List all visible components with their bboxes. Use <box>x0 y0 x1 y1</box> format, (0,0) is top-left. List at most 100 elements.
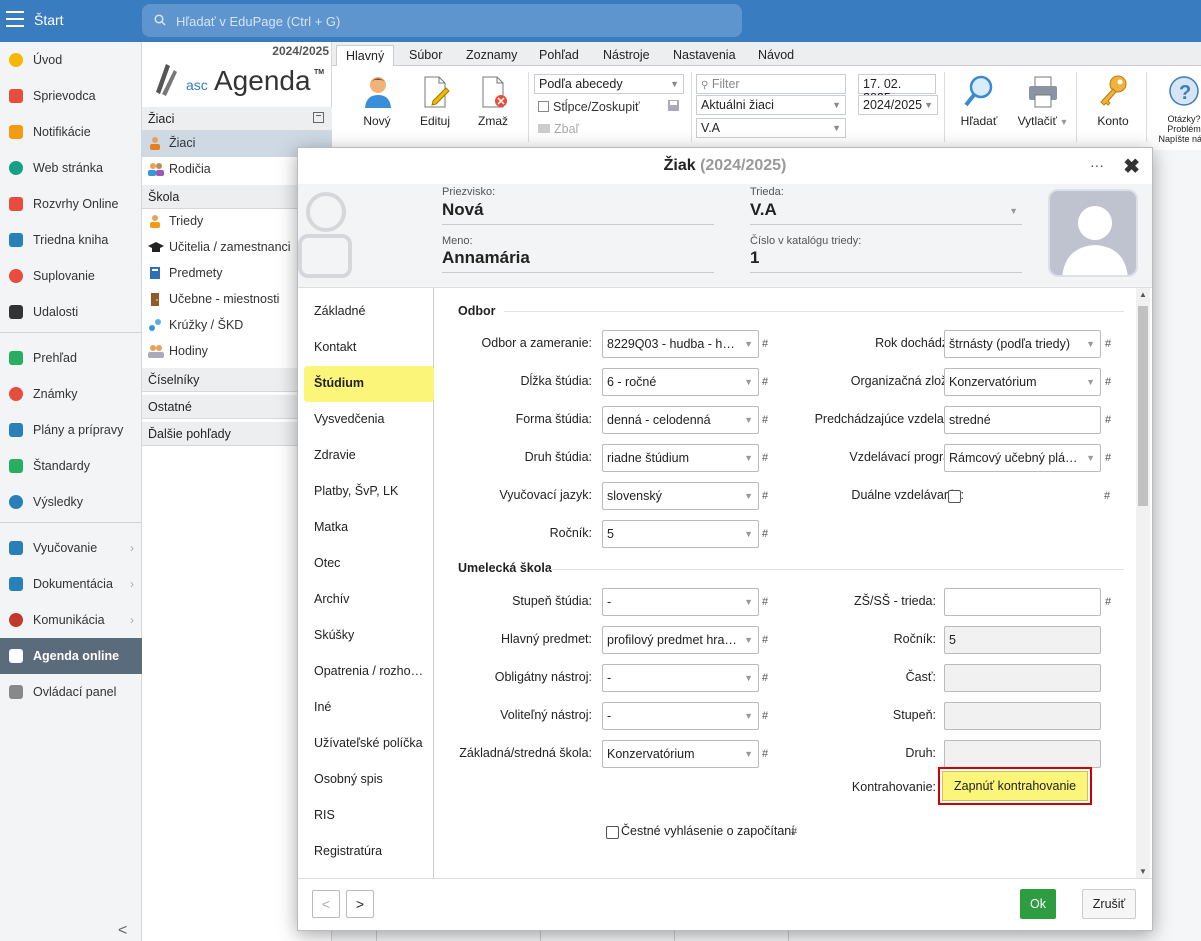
class-value[interactable]: V.A ▼ <box>750 200 1022 225</box>
field-input[interactable] <box>944 702 1101 730</box>
nav-item-4[interactable]: Rozvrhy Online <box>0 186 142 222</box>
hash-icon[interactable]: # <box>762 338 768 350</box>
enable-contracting-button[interactable]: Zapnúť kontrahovanie <box>942 771 1089 801</box>
honor-declaration-checkbox[interactable] <box>606 826 619 839</box>
print-button[interactable]: Vytlačiť ▼ <box>1015 74 1071 128</box>
nav-item-16[interactable]: Agenda online <box>0 638 142 674</box>
hash-icon[interactable]: # <box>1104 490 1110 502</box>
dialog-tab-3[interactable]: Vysvedčenia <box>298 402 434 438</box>
nav-item-9[interactable]: Známky <box>0 376 142 412</box>
contract-button-wrapper[interactable]: Zapnúť kontrahovanie <box>938 767 1093 805</box>
dialog-tab-15[interactable]: Registratúra <box>298 834 434 870</box>
hamburger-menu-icon[interactable] <box>6 11 24 29</box>
previous-button[interactable]: < <box>312 890 340 918</box>
field-input[interactable]: štrnásty (podľa triedy) ▼ <box>944 330 1101 358</box>
class-filter-select[interactable]: V.A ▼ <box>696 118 846 138</box>
search-button[interactable]: Hľadať <box>960 74 998 128</box>
start-label[interactable]: Štart <box>34 12 64 28</box>
hash-icon[interactable]: # <box>762 748 768 760</box>
field-input[interactable]: riadne štúdium ▼ <box>602 444 759 472</box>
hash-icon[interactable]: # <box>762 528 768 540</box>
nav-item-8[interactable]: Prehľad <box>0 340 142 376</box>
dialog-tab-6[interactable]: Matka <box>298 510 434 546</box>
nav-item-17[interactable]: Ovládací panel <box>0 674 142 710</box>
nav-item-3[interactable]: Web stránka <box>0 150 142 186</box>
hash-icon[interactable]: # <box>762 376 768 388</box>
hash-icon[interactable]: # <box>762 452 768 464</box>
field-input[interactable]: denná - celodenná ▼ <box>602 406 759 434</box>
hash-icon[interactable]: # <box>762 414 768 426</box>
tab-zoznamy[interactable]: Zoznamy <box>466 45 517 66</box>
next-button[interactable]: > <box>346 890 374 918</box>
tab-nastavenia[interactable]: Nastavenia <box>673 45 736 66</box>
field-input[interactable]: 8229Q03 - hudba - hra… ▼ <box>602 330 759 358</box>
nav-item-0[interactable]: Úvod <box>0 42 142 78</box>
hash-icon[interactable]: # <box>762 710 768 722</box>
hash-icon[interactable]: # <box>791 826 797 838</box>
tab-subor[interactable]: Súbor <box>409 45 442 66</box>
dialog-tab-0[interactable]: Základné <box>298 294 434 330</box>
edit-button[interactable]: Edituj <box>418 74 452 128</box>
nav-item-14[interactable]: Dokumentácia › <box>0 566 142 602</box>
nav-item-10[interactable]: Plány a prípravy <box>0 412 142 448</box>
dialog-tab-12[interactable]: Užívateľské políčka <box>298 726 434 762</box>
nav-item-6[interactable]: Suplovanie <box>0 258 142 294</box>
hash-icon[interactable]: # <box>1105 414 1111 426</box>
catalog-value[interactable]: 1 <box>750 248 1022 273</box>
hash-icon[interactable]: # <box>1105 338 1111 350</box>
hash-icon[interactable]: # <box>1105 596 1111 608</box>
sort-select[interactable]: Podľa abecedy ▼ <box>534 74 684 94</box>
filter-input[interactable]: ⚲ Filter <box>696 74 846 94</box>
nav-item-1[interactable]: Sprievodca <box>0 78 142 114</box>
dialog-tab-4[interactable]: Zdravie <box>298 438 434 474</box>
students-filter-select[interactable]: Aktuálni žiaci ▼ <box>696 95 846 115</box>
section-ziaci[interactable]: Žiaci − <box>142 107 332 131</box>
nav-item-12[interactable]: Výsledky <box>0 484 142 520</box>
nav-item-11[interactable]: Štandardy <box>0 448 142 484</box>
tab-navod[interactable]: Návod <box>758 45 794 66</box>
dialog-tab-8[interactable]: Archív <box>298 582 434 618</box>
columns-group-button[interactable]: Stĺpce/Zoskupiť <box>538 100 640 114</box>
dialog-tab-11[interactable]: Iné <box>298 690 434 726</box>
scroll-down-icon[interactable]: ▼ <box>1139 867 1147 876</box>
year-select[interactable]: 2024/2025 ▼ <box>858 95 938 115</box>
dialog-tab-10[interactable]: Opatrenia / rozho… <box>298 654 434 690</box>
field-input[interactable] <box>944 588 1101 616</box>
dual-education-checkbox[interactable] <box>948 490 961 503</box>
dialog-tab-5[interactable]: Platby, ŠvP, LK <box>298 474 434 510</box>
field-input[interactable]: Konzervatórium ▼ <box>944 368 1101 396</box>
surname-value[interactable]: Nová <box>442 200 714 225</box>
dialog-tab-14[interactable]: RIS <box>298 798 434 834</box>
hash-icon[interactable]: # <box>1105 376 1111 388</box>
date-input[interactable]: 17. 02. 2025 <box>858 74 936 105</box>
dialog-tab-1[interactable]: Kontakt <box>298 330 434 366</box>
hash-icon[interactable]: # <box>762 672 768 684</box>
nav-item-7[interactable]: Udalosti <box>0 294 142 330</box>
nav-item-13[interactable]: Vyučovanie › <box>0 530 142 566</box>
dialog-tab-13[interactable]: Osobný spis <box>298 762 434 798</box>
save-icon[interactable] <box>668 100 679 114</box>
scrollbar[interactable]: ▲ ▼ <box>1136 288 1150 878</box>
field-input[interactable]: stredné <box>944 406 1101 434</box>
field-input[interactable]: slovenský ▼ <box>602 482 759 510</box>
hash-icon[interactable]: # <box>762 634 768 646</box>
collapse-box-icon[interactable]: − <box>313 112 324 123</box>
collapse-sidebar-icon[interactable]: < <box>118 922 127 940</box>
field-input[interactable] <box>944 740 1101 768</box>
field-input[interactable]: 5 <box>944 626 1101 654</box>
avatar[interactable] <box>1048 189 1138 277</box>
scrollbar-thumb[interactable] <box>1138 306 1148 506</box>
help-button[interactable]: ? Otázky? Problém Napíšte nám <box>1154 74 1201 150</box>
ok-button[interactable]: Ok <box>1020 889 1056 919</box>
dialog-tab-7[interactable]: Otec <box>298 546 434 582</box>
dialog-tab-2[interactable]: Štúdium <box>304 366 434 402</box>
field-input[interactable]: - ▼ <box>602 664 759 692</box>
nav-item-5[interactable]: Triedna kniha <box>0 222 142 258</box>
new-button[interactable]: Nový <box>362 74 392 128</box>
hash-icon[interactable]: # <box>762 490 768 502</box>
nav-item-2[interactable]: Notifikácie <box>0 114 142 150</box>
dialog-tab-9[interactable]: Skúšky <box>298 618 434 654</box>
tab-nastroje[interactable]: Nástroje <box>603 45 650 66</box>
field-input[interactable]: profilový predmet hra n… ▼ <box>602 626 759 654</box>
tab-hlavny[interactable]: Hlavný <box>336 45 395 66</box>
